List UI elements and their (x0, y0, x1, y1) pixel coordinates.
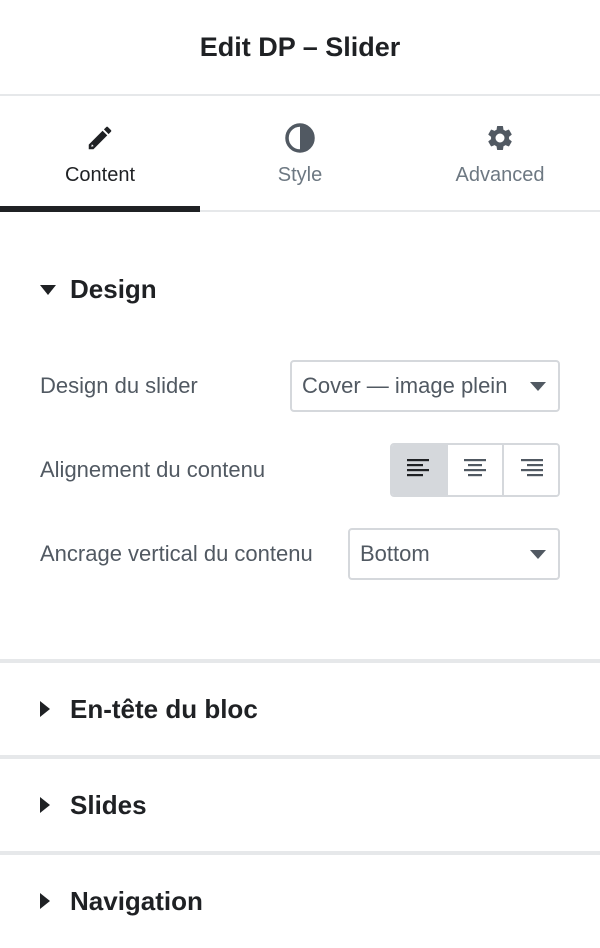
align-right-button[interactable] (502, 445, 558, 495)
section-navigation[interactable]: Navigation (0, 855, 600, 947)
caret-down-icon (40, 284, 60, 295)
align-left-icon (407, 458, 431, 482)
tab-style[interactable]: Style (200, 96, 400, 210)
caret-right-icon (40, 701, 60, 717)
panel-header: Edit DP – Slider (0, 0, 600, 96)
pencil-icon (84, 122, 116, 154)
align-center-icon (463, 458, 487, 482)
section-block-header-title: En-tête du bloc (70, 693, 258, 724)
section-design-title: Design (70, 274, 157, 304)
section-block-header-toggle[interactable]: En-tête du bloc (40, 694, 258, 725)
tab-bar: Content Style Advanced (0, 96, 600, 212)
section-design-toggle[interactable]: Design (40, 274, 560, 305)
tab-content-label: Content (64, 164, 136, 186)
vertical-anchor-label: Ancrage vertical du contenu (40, 541, 313, 566)
caret-right-icon (40, 797, 60, 813)
control-slider-design: Design du slider Cover — image plein (40, 359, 560, 413)
panel-title: Edit DP – Slider (199, 31, 401, 62)
vertical-anchor-select[interactable]: Bottom (348, 528, 560, 580)
tab-content[interactable]: Content (0, 96, 200, 212)
chevron-down-icon (530, 381, 546, 391)
half-circle-icon (284, 122, 316, 154)
section-navigation-title: Navigation (70, 885, 203, 916)
control-vertical-anchor: Ancrage vertical du contenu Bottom (40, 527, 560, 581)
alignment-button-group (390, 443, 560, 497)
control-content-alignment: Alignement du contenu (40, 443, 560, 497)
slider-design-value: Cover — image plein (302, 373, 508, 398)
section-slides[interactable]: Slides (0, 759, 600, 855)
caret-right-icon (40, 893, 60, 909)
tab-advanced-label: Advanced (455, 164, 545, 186)
align-right-icon (519, 458, 543, 482)
content-alignment-label: Alignement du contenu (40, 457, 266, 482)
tab-advanced[interactable]: Advanced (400, 96, 600, 210)
section-slides-title: Slides (70, 789, 147, 820)
vertical-anchor-value: Bottom (360, 541, 430, 566)
tab-style-label: Style (277, 164, 323, 186)
align-center-button[interactable] (446, 445, 502, 495)
section-slides-toggle[interactable]: Slides (40, 790, 147, 821)
section-block-header[interactable]: En-tête du bloc (0, 663, 600, 759)
gear-icon (484, 122, 516, 154)
section-design: Design Design du slider Cover — image pl… (0, 212, 600, 663)
section-navigation-toggle[interactable]: Navigation (40, 886, 203, 917)
slider-design-select[interactable]: Cover — image plein (290, 360, 560, 412)
align-left-button[interactable] (392, 445, 446, 495)
slider-design-label: Design du slider (40, 373, 198, 398)
chevron-down-icon (530, 549, 546, 559)
